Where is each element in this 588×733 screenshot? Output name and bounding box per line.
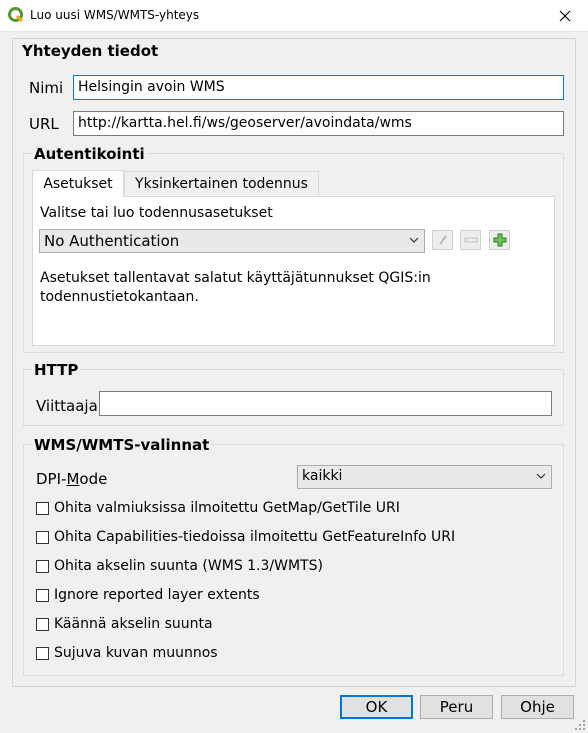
window-title: Luo uusi WMS/WMTS-yhteys [30,8,200,22]
cancel-button[interactable]: Peru [420,695,493,719]
auth-info-line1: Asetukset tallentavat salatut käyttäjätu… [40,270,431,286]
checkbox[interactable] [36,559,49,573]
ok-button[interactable]: OK [340,695,413,719]
chevron-down-icon [409,237,419,243]
tab-basic-auth-label: Yksinkertainen todennus [135,176,308,192]
connection-group-title: Yhteyden tiedot [20,42,161,60]
dpi-mode-label: DPI-Mode [36,470,108,488]
remove-auth-button[interactable] [460,230,481,250]
auth-group-title: Autentikointi [32,145,147,163]
pencil-icon [438,235,447,245]
name-label: Nimi [29,79,64,97]
option-ignore-axis-orientation[interactable]: Ohita akselin suunta (WMS 1.3/WMTS) [36,558,323,574]
title-bar: Luo uusi WMS/WMTS-yhteys [0,0,588,32]
option-ignore-layer-extents[interactable]: Ignore reported layer extents [36,587,260,603]
option-ignore-getfeatureinfo-uri[interactable]: Ohita Capabilities-tiedoissa ilmoitettu … [36,529,455,545]
auth-method-value: No Authentication [44,232,180,250]
checkbox[interactable] [36,530,49,544]
dpi-mode-value: kaikki [302,468,343,484]
referer-input[interactable] [99,391,552,416]
add-auth-button[interactable] [489,230,510,250]
tab-settings[interactable]: Asetukset [32,170,124,197]
url-label: URL [29,115,59,133]
auth-info-line2: todennustietokantaan. [40,289,199,305]
option-ignore-getmap-uri[interactable]: Ohita valmiuksissa ilmoitettu GetMap/Get… [36,500,400,516]
checkbox[interactable] [36,501,49,515]
tab-basic-auth[interactable]: Yksinkertainen todennus [124,171,319,197]
close-button[interactable] [542,0,588,32]
wms-group-title: WMS/WMTS-valinnat [32,436,212,454]
qgis-logo-icon [8,7,24,23]
tab-settings-label: Asetukset [43,176,113,192]
chevron-down-icon [536,473,546,479]
plus-icon [493,233,506,247]
resize-grip-icon[interactable] [574,719,586,731]
option-invert-axis-orientation[interactable]: Käännä akselin suunta [36,616,213,632]
auth-select-label: Valitse tai luo todennusasetukset [40,205,273,221]
checkbox[interactable] [36,617,49,631]
url-input[interactable]: http://kartta.hel.fi/ws/geoserver/avoind… [73,111,564,136]
minus-icon [464,237,477,243]
name-input[interactable]: Helsingin avoin WMS [73,75,564,100]
option-smooth-pixmap-transform[interactable]: Sujuva kuvan muunnos [36,645,218,661]
referer-label: Viittaaja [36,397,98,415]
dpi-mode-select[interactable]: kaikki [297,465,552,489]
checkbox[interactable] [36,646,49,660]
help-button[interactable]: Ohje [501,695,574,719]
edit-auth-button[interactable] [432,230,453,250]
http-group-title: HTTP [32,361,81,379]
checkbox[interactable] [36,588,49,602]
auth-method-select[interactable]: No Authentication [39,229,425,253]
close-icon [559,10,571,22]
